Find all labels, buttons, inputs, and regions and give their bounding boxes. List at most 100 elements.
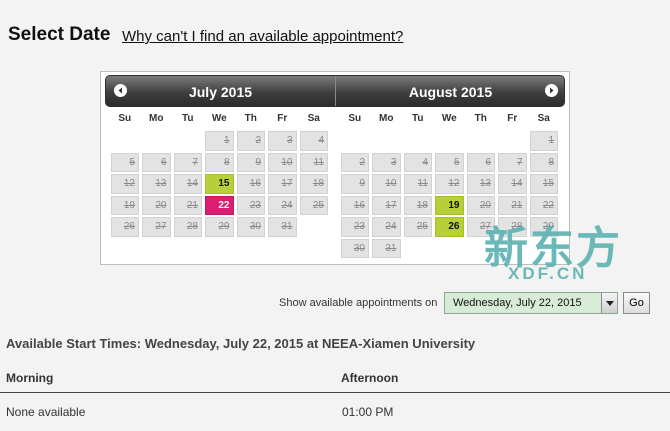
calendar-day-unavailable: 12: [435, 174, 464, 194]
calendar-cell: 5: [434, 152, 466, 174]
calendar-day-unavailable: 23: [236, 195, 265, 215]
calendar-day-selected[interactable]: 22: [205, 195, 234, 215]
weekday-header-row: Su Mo Tu We Th Fr Sa: [339, 108, 560, 130]
calendar-day-unavailable: 24: [268, 195, 297, 215]
table-row: None available 01:00 PM: [0, 394, 670, 431]
go-button[interactable]: Go: [623, 292, 650, 314]
calendar-week-row: 5 6 7 8 9 10 11: [109, 152, 330, 174]
calendar-week-row: 26 27 28 29 30 31: [109, 216, 330, 238]
calendar-day-available[interactable]: 15: [205, 174, 234, 194]
calendar-cell: 2: [235, 130, 267, 152]
calendar-day-unavailable: 6: [466, 152, 495, 172]
dropdown-arrow[interactable]: [601, 293, 617, 313]
calendar-cell: 20: [141, 195, 173, 217]
calendar-cell: 18: [402, 195, 434, 217]
calendar-cell: 17: [267, 173, 299, 195]
calendar-day-unavailable: 9: [236, 152, 265, 172]
weekday-label: Tu: [182, 113, 194, 124]
calendar-cell: 13: [141, 173, 173, 195]
calendar-day-unavailable: 6: [142, 152, 171, 172]
calendar-cell: 27: [141, 216, 173, 238]
calendar-day-unavailable: 10: [372, 174, 401, 194]
weekday-label: Tu: [412, 113, 424, 124]
calendar-cell: 2: [339, 152, 371, 174]
calendar-cell: 12: [109, 173, 141, 195]
weekday-label: Su: [118, 113, 132, 124]
calendar-cell: 5: [109, 152, 141, 174]
calendar-week-row: 1234: [109, 130, 330, 152]
calendar-day-unavailable: 25: [403, 217, 432, 237]
weekday-label: Su: [348, 113, 362, 124]
calendar-cell: 24: [267, 195, 299, 217]
weekday-label: Mo: [149, 113, 164, 124]
next-month-button[interactable]: [545, 84, 558, 97]
calendar-day-unavailable: 4: [299, 131, 328, 151]
help-link[interactable]: Why can't I find an available appointmen…: [122, 28, 403, 45]
page-title: Select Date: [8, 24, 111, 45]
calendar-day-unavailable: 29: [205, 217, 234, 237]
calendar-cell[interactable]: 19: [434, 195, 466, 217]
calendar-week-row: 12 13 14 15 16 17 18: [109, 173, 330, 195]
calendar-day-unavailable: 8: [205, 152, 234, 172]
calendar-day-available[interactable]: 19: [435, 195, 464, 215]
calendar-day-unavailable: 14: [173, 174, 202, 194]
chevron-right-icon: [550, 87, 554, 94]
calendar-week-row: 1: [339, 130, 560, 152]
calendar-cell: 21: [172, 195, 204, 217]
calendar-day-unavailable: 15: [529, 174, 558, 194]
calendar-day-unavailable: 28: [173, 217, 202, 237]
calendar-cell: 14: [172, 173, 204, 195]
calendar-day-available[interactable]: 26: [435, 217, 464, 237]
calendar-day-unavailable: 8: [529, 152, 558, 172]
calendar-cell: 14: [497, 173, 529, 195]
calendar-cell: 15: [528, 173, 560, 195]
weekday-label: Fr: [507, 113, 518, 124]
weekday-label: Th: [474, 113, 487, 124]
calendar-day-unavailable: 21: [173, 195, 202, 215]
weekday-label: Fr: [277, 113, 288, 124]
calendar-cell[interactable]: 22: [204, 195, 236, 217]
calendar-day-unavailable: 12: [110, 174, 139, 194]
watermark-logo: 新东方 XDF.CN: [478, 212, 643, 287]
calendar-day-unavailable: 31: [372, 238, 401, 258]
weekday-label: Mo: [379, 113, 394, 124]
calendar-day-unavailable: 17: [268, 174, 297, 194]
calendar-day-unavailable: 24: [372, 217, 401, 237]
calendar-day-unavailable: 11: [299, 152, 328, 172]
calendar-cell[interactable]: 26: [434, 216, 466, 238]
calendar-day-unavailable: 2: [236, 131, 265, 151]
calendar-day-unavailable: 20: [142, 195, 171, 215]
calendar-cell: 7: [172, 152, 204, 174]
calendar-day-unavailable: 27: [142, 217, 171, 237]
calendar-cell: 29: [204, 216, 236, 238]
watermark-en-text: XDF.CN: [508, 264, 588, 283]
calendar-cell: 28: [172, 216, 204, 238]
calendar-cell: 16: [339, 195, 371, 217]
month-grid-july: Su Mo Tu We Th Fr Sa 1 2 3 4 5 6 7 8 9 10 11 12 13 14 15 16 17 1…: [109, 108, 330, 238]
calendar-day-unavailable: 19: [110, 195, 139, 215]
calendar-cell: 10: [267, 152, 299, 174]
weekday-header-row: Su Mo Tu We Th Fr Sa: [109, 108, 330, 130]
weekday-label: We: [211, 113, 227, 124]
calendar-cell[interactable]: 15: [204, 173, 236, 195]
date-select-value: Wednesday, July 22, 2015: [453, 297, 582, 309]
calendar-day-unavailable: 7: [173, 152, 202, 172]
date-select[interactable]: Wednesday, July 22, 2015: [444, 292, 618, 314]
calendar-cell: 3: [371, 152, 403, 174]
show-appointments-label: Show available appointments on: [279, 297, 438, 309]
calendar-day-unavailable: 13: [142, 174, 171, 194]
calendar-day-unavailable: 13: [466, 174, 495, 194]
calendar-cell: 23: [339, 216, 371, 238]
calendar-cell: 3: [267, 130, 299, 152]
calendar-day-unavailable: 31: [268, 217, 297, 237]
calendar-cell: 16: [235, 173, 267, 195]
afternoon-slot[interactable]: 01:00 PM: [342, 405, 393, 419]
calendar-cell: 9: [235, 152, 267, 174]
calendar-cell: 19: [109, 195, 141, 217]
calendar-day-unavailable: 2: [340, 152, 369, 172]
calendar-cell: 26: [109, 216, 141, 238]
calendar-day-unavailable: 18: [403, 195, 432, 215]
column-header-morning: Morning: [6, 371, 54, 385]
calendar-day-unavailable: 9: [340, 174, 369, 194]
calendar-day-unavailable: 4: [403, 152, 432, 172]
